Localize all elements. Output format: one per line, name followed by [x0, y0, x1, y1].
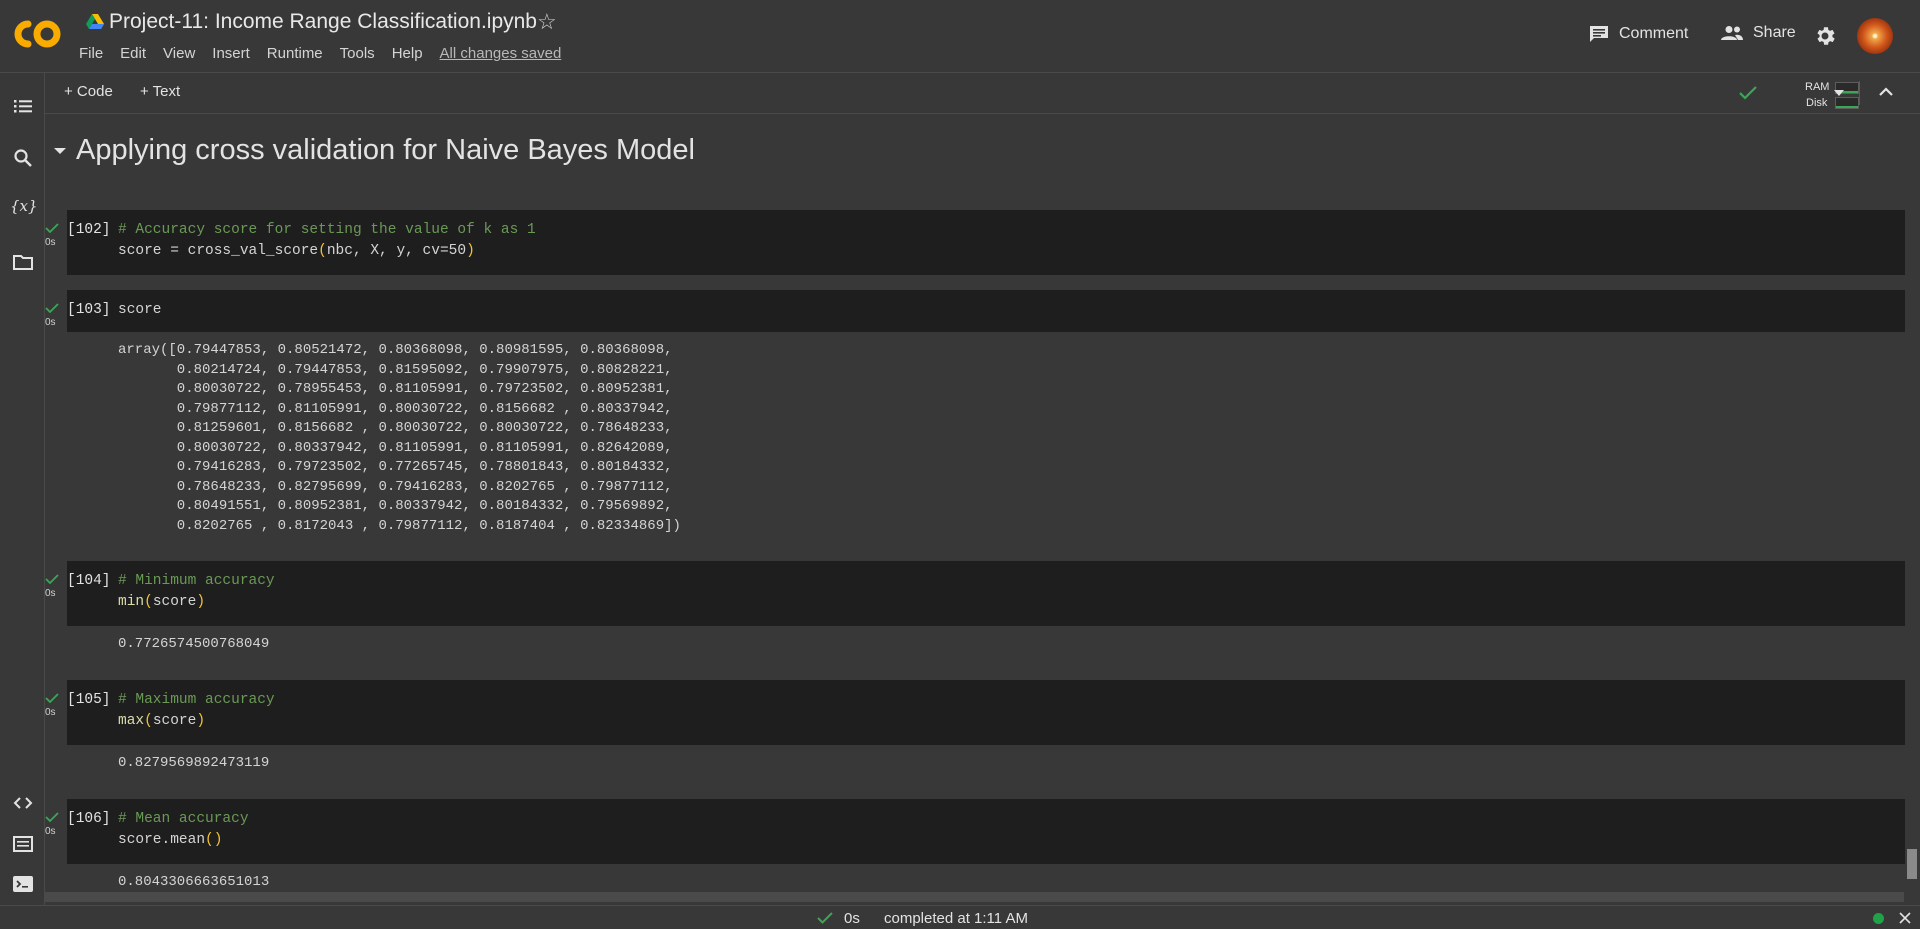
connection-status-dot [1873, 913, 1884, 924]
people-icon [1721, 26, 1743, 40]
code-cell[interactable]: 0s [104] # Minimum accuracy min(score) [45, 561, 1905, 626]
menu-view[interactable]: View [163, 45, 195, 62]
menu-edit[interactable]: Edit [120, 45, 146, 62]
connected-check-icon [1739, 86, 1757, 100]
cell-output: 0.8043306663651013 [118, 874, 270, 890]
cell-exec-time: 0s [45, 237, 56, 248]
menu-runtime[interactable]: Runtime [267, 45, 323, 62]
code-comment: # Mean accuracy [118, 811, 249, 827]
cell-status: 0s [45, 300, 63, 328]
star-icon[interactable]: ☆ [537, 9, 557, 35]
menu-insert[interactable]: Insert [212, 45, 250, 62]
check-icon [45, 693, 59, 704]
terminal-icon[interactable] [12, 873, 34, 895]
code-cell[interactable]: 0s [102] # Accuracy score for setting th… [45, 210, 1905, 275]
cell-output: array([0.79447853, 0.80521472, 0.8036809… [118, 342, 681, 534]
cell-code[interactable]: score [118, 300, 162, 321]
ram-label: RAM [1805, 81, 1830, 93]
code-comment: # Minimum accuracy [118, 573, 275, 589]
code-comment: # Maximum accuracy [118, 692, 275, 708]
execution-count[interactable]: [104] [67, 573, 111, 589]
colab-logo[interactable] [14, 16, 64, 52]
code-cell[interactable]: 0s [106] # Mean accuracy score.mean() [45, 799, 1905, 864]
execution-count[interactable]: [106] [67, 811, 111, 827]
cell-status: 0s [45, 690, 63, 718]
check-icon [45, 303, 59, 314]
section-header: Applying cross validation for Naive Baye… [45, 134, 695, 167]
menu-file[interactable]: File [79, 45, 103, 62]
notebook-title[interactable]: Project-11: Income Range Classification.… [109, 10, 537, 34]
cell-output: 0.8279569892473119 [118, 755, 270, 771]
menu-bar: File Edit View Insert Runtime Tools Help… [79, 45, 578, 62]
collapse-caret-icon[interactable] [49, 140, 71, 162]
notebook-toolbar: + Code + Text RAM Disk [44, 73, 1920, 113]
left-sidebar: {x} [0, 73, 45, 905]
comment-label: Comment [1619, 25, 1689, 42]
cell-output: 0.7726574500768049 [118, 636, 270, 652]
toolbar-divider [1859, 81, 1860, 105]
chevron-down-icon[interactable] [1833, 88, 1845, 98]
cell-exec-time: 0s [45, 826, 56, 837]
execution-count[interactable]: [105] [67, 692, 111, 708]
avatar[interactable] [1857, 18, 1893, 54]
command-palette-icon[interactable] [12, 833, 34, 855]
execution-duration[interactable]: 0s [844, 910, 860, 927]
chevron-up-icon[interactable] [1878, 85, 1894, 99]
folder-icon[interactable] [12, 251, 34, 273]
share-label: Share [1753, 24, 1796, 41]
cell-code[interactable]: # Accuracy score for setting the value o… [118, 220, 536, 262]
code-comment: # Accuracy score for setting the value o… [118, 222, 536, 238]
status-check-icon [817, 912, 833, 924]
cell-exec-time: 0s [45, 707, 56, 718]
cell-code[interactable]: # Minimum accuracy min(score) [118, 571, 275, 613]
completion-time: completed at 1:11 AM [884, 910, 1028, 927]
add-text-button[interactable]: + Text [140, 83, 180, 100]
menu-help[interactable]: Help [392, 45, 423, 62]
cell-status: 0s [45, 571, 63, 599]
section-title: Applying cross validation for Naive Baye… [76, 134, 695, 166]
menu-tools[interactable]: Tools [340, 45, 375, 62]
comment-icon [1590, 26, 1608, 42]
search-icon[interactable] [12, 147, 34, 169]
gear-icon[interactable] [1813, 24, 1837, 48]
add-code-button[interactable]: + Code [64, 83, 113, 100]
disk-bar [1835, 97, 1859, 109]
code-line: min(score) [118, 594, 206, 610]
code-snippets-icon[interactable] [12, 792, 34, 814]
close-icon[interactable] [1899, 912, 1911, 924]
cell-exec-time: 0s [45, 317, 56, 328]
check-icon [45, 223, 59, 234]
comment-button[interactable]: Comment [1588, 24, 1688, 44]
notebook-content: Applying cross validation for Naive Baye… [45, 114, 1905, 905]
disk-label: Disk [1806, 97, 1828, 109]
code-line: score.mean() [118, 832, 223, 848]
cell-exec-time: 0s [45, 588, 56, 599]
cell-status: 0s [45, 809, 63, 837]
status-bar: 0s completed at 1:11 AM [0, 905, 1920, 929]
execution-count[interactable]: [103] [67, 302, 111, 318]
share-button[interactable]: Share [1720, 24, 1796, 42]
code-cell[interactable]: 0s [103] score [45, 290, 1905, 332]
code-cell[interactable]: 0s [105] # Maximum accuracy max(score) [45, 680, 1905, 745]
check-icon [45, 574, 59, 585]
code-line: score = cross_val_score(nbc, X, y, cv=50… [118, 243, 475, 259]
cell-code[interactable]: # Maximum accuracy max(score) [118, 690, 275, 732]
header: Project-11: Income Range Classification.… [0, 0, 1920, 72]
variables-icon[interactable]: {x} [10, 197, 38, 215]
cell-code[interactable]: # Mean accuracy score.mean() [118, 809, 249, 851]
check-icon [45, 812, 59, 823]
code-line: max(score) [118, 713, 206, 729]
horizontal-scrollbar[interactable] [44, 892, 1904, 902]
google-drive-icon [86, 14, 104, 29]
vertical-scrollbar-thumb[interactable] [1907, 849, 1917, 879]
execution-count[interactable]: [102] [67, 222, 111, 238]
cell-status: 0s [45, 220, 63, 248]
table-of-contents-icon[interactable] [12, 95, 34, 117]
save-status-link[interactable]: All changes saved [440, 45, 562, 62]
